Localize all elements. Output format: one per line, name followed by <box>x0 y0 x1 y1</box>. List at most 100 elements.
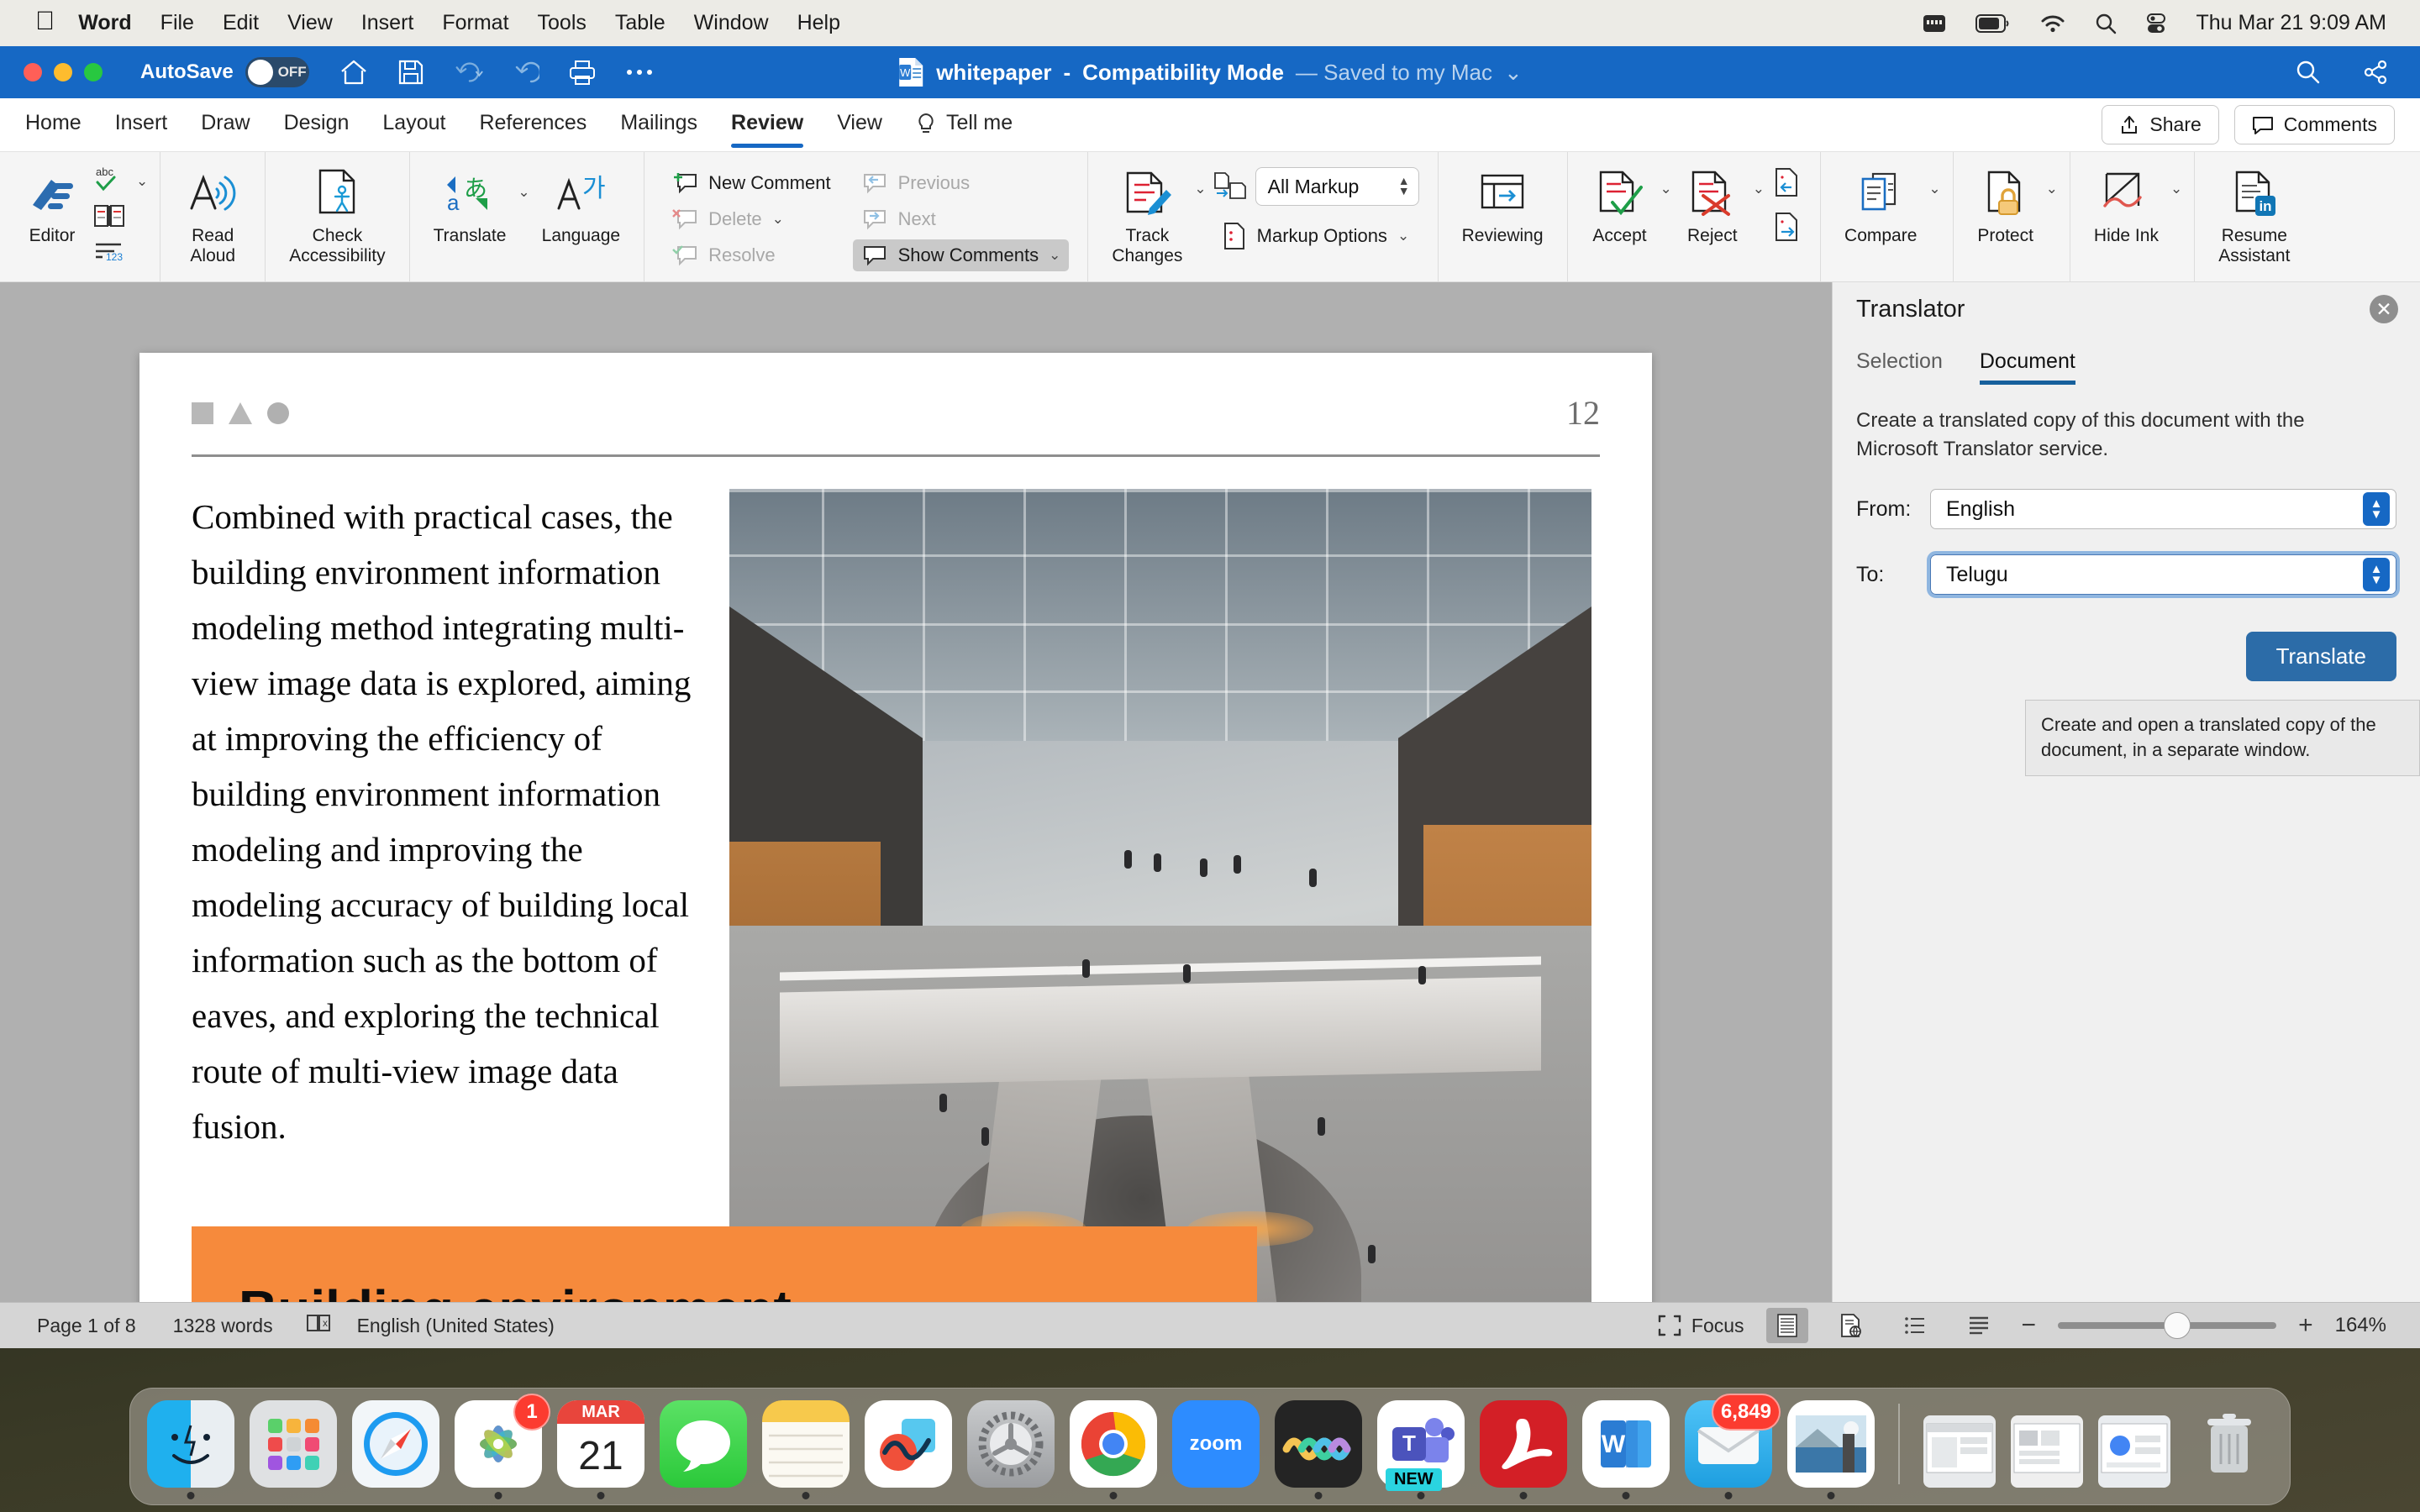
menu-item-file[interactable]: File <box>160 11 194 35</box>
dock-item-system-settings[interactable] <box>967 1400 1055 1488</box>
tab-review[interactable]: Review <box>731 111 804 148</box>
translate-document-button[interactable]: Translate <box>2245 632 2396 682</box>
tab-view[interactable]: View <box>837 111 882 139</box>
zoom-level-label[interactable]: 164% <box>2335 1314 2386 1337</box>
tell-me-button[interactable]: Tell me <box>916 111 1013 139</box>
chevron-down-icon[interactable]: ⌄ <box>2170 181 2182 197</box>
to-language-select[interactable]: Telugu ▲ ▼ <box>1927 551 2400 599</box>
tab-layout[interactable]: Layout <box>382 111 445 139</box>
dock-item-trash[interactable] <box>2186 1400 2273 1488</box>
resume-assistant-button[interactable]: in Resume Assistant <box>2207 159 2302 270</box>
outline-icon[interactable] <box>1894 1308 1936 1343</box>
minimized-window-3[interactable] <box>2098 1415 2170 1488</box>
language-indicator[interactable]: English (United States) <box>357 1315 555 1337</box>
tab-mailings[interactable]: Mailings <box>620 111 697 139</box>
dock-item-freeform[interactable] <box>865 1400 952 1488</box>
home-icon[interactable] <box>338 56 370 88</box>
thesaurus-book-icon[interactable] <box>92 202 148 234</box>
dock-item-word[interactable]: W <box>1582 1400 1670 1499</box>
next-change-icon[interactable] <box>1771 212 1802 248</box>
read-aloud-button[interactable]: Read Aloud <box>172 159 253 270</box>
word-count-icon[interactable]: 123 <box>92 238 148 267</box>
menu-item-format[interactable]: Format <box>442 11 508 35</box>
dock-item-calendar[interactable]: MAR 21 <box>557 1400 644 1499</box>
page-indicator[interactable]: Page 1 of 8 <box>37 1315 136 1337</box>
comments-button[interactable]: Comments <box>2233 105 2395 144</box>
menu-item-word[interactable]: Word <box>78 11 131 35</box>
chevron-down-icon[interactable]: ⌄ <box>1397 228 1409 244</box>
minimized-window-1[interactable] <box>1923 1415 1996 1488</box>
save-icon[interactable] <box>395 56 427 88</box>
translate-button[interactable]: aあ Translate <box>422 159 518 251</box>
tab-selection[interactable]: Selection <box>1856 349 1943 385</box>
search-icon[interactable] <box>2292 56 2324 88</box>
redo-icon[interactable] <box>509 56 541 88</box>
new-comment-button[interactable]: New Comment <box>663 167 839 199</box>
proofing-errors-icon[interactable]: x <box>305 1312 334 1339</box>
dock-item-notes[interactable] <box>762 1400 850 1499</box>
menu-item-edit[interactable]: Edit <box>223 11 259 35</box>
show-comments-button[interactable]: Show Comments ⌄ <box>852 239 1070 271</box>
focus-button[interactable]: Focus <box>1658 1315 1744 1337</box>
accept-change-button[interactable]: Accept <box>1580 159 1660 251</box>
menu-item-table[interactable]: Table <box>615 11 666 35</box>
chevron-down-icon[interactable]: ⌄ <box>1660 181 1672 197</box>
dock-item-teams[interactable]: T NEW <box>1377 1400 1465 1499</box>
web-layout-icon[interactable] <box>1830 1308 1872 1343</box>
dock-item-mail[interactable]: 6,849 <box>1685 1394 1781 1499</box>
minimized-window-2[interactable] <box>2011 1415 2083 1488</box>
zoom-in-button[interactable]: + <box>2298 1311 2313 1340</box>
close-window-button[interactable] <box>24 63 42 81</box>
hide-ink-button[interactable]: Hide Ink <box>2082 159 2170 251</box>
dock-item-safari[interactable] <box>352 1400 439 1488</box>
menu-item-view[interactable]: View <box>287 11 333 35</box>
autosave-toggle[interactable]: OFF <box>245 57 309 87</box>
chevron-down-icon[interactable]: ⌄ <box>1049 247 1060 264</box>
atrium-photo[interactable] <box>729 489 1591 1348</box>
print-layout-icon[interactable] <box>1765 1308 1808 1343</box>
draft-icon[interactable] <box>1958 1308 2000 1343</box>
chevron-down-icon[interactable]: ⌄ <box>1194 181 1206 197</box>
tab-design[interactable]: Design <box>284 111 350 139</box>
document-page[interactable]: 12 Combined with practical cases, the bu… <box>139 353 1652 1348</box>
compare-button[interactable]: Compare <box>1833 159 1928 251</box>
battery-icon[interactable] <box>1975 13 2011 34</box>
autosave-control[interactable]: AutoSave OFF <box>140 57 309 87</box>
dock-item-finder[interactable] <box>147 1400 234 1499</box>
tab-document[interactable]: Document <box>1979 349 2075 385</box>
dock-item-acrobat[interactable] <box>1480 1400 1567 1499</box>
chevron-down-icon[interactable]: ⌄ <box>518 184 529 201</box>
chevron-down-icon[interactable]: ⌄ <box>136 173 148 190</box>
check-accessibility-button[interactable]: Check Accessibility <box>277 159 397 270</box>
next-comment-button[interactable]: Next <box>853 203 1070 235</box>
markup-options-button[interactable]: Markup Options ⌄ <box>1213 218 1419 255</box>
word-count-indicator[interactable]: 1328 words <box>173 1315 273 1337</box>
zoom-slider-handle[interactable] <box>2164 1312 2191 1339</box>
chevron-down-icon[interactable]: ⌄ <box>1753 181 1765 197</box>
zoom-out-button[interactable]: − <box>2022 1311 2037 1340</box>
previous-change-icon[interactable] <box>1771 167 1802 203</box>
reviewing-pane-button[interactable]: Reviewing <box>1450 159 1555 251</box>
menu-item-window[interactable]: Window <box>694 11 769 35</box>
minimize-window-button[interactable] <box>54 63 72 81</box>
chevron-down-icon[interactable]: ⌄ <box>1504 60 1523 86</box>
protect-button[interactable]: Protect <box>1965 159 2046 251</box>
wifi-icon[interactable] <box>2039 13 2066 34</box>
reject-change-button[interactable]: Reject <box>1672 159 1753 251</box>
document-body-text[interactable]: Combined with practical cases, the build… <box>192 489 696 1348</box>
spelling-abc-check-icon[interactable]: abc <box>92 164 129 198</box>
dock-item-audio-hijack[interactable] <box>1275 1400 1362 1499</box>
control-center-icon[interactable] <box>2145 13 2167 34</box>
track-changes-button[interactable]: Track Changes <box>1100 159 1194 270</box>
chevron-down-icon[interactable]: ⌄ <box>2046 181 2058 197</box>
menu-item-insert[interactable]: Insert <box>361 11 414 35</box>
previous-comment-button[interactable]: Previous <box>853 167 1070 199</box>
spotlight-search-icon[interactable] <box>2095 13 2117 34</box>
dock-item-chrome[interactable] <box>1070 1400 1157 1499</box>
share-button[interactable]: Share <box>2102 105 2219 144</box>
undo-icon[interactable] <box>452 56 484 88</box>
dock-item-launchpad[interactable] <box>250 1400 337 1488</box>
menu-item-help[interactable]: Help <box>797 11 840 35</box>
dock-item-photos[interactable]: 1 <box>455 1394 550 1499</box>
share-window-icon[interactable] <box>2360 56 2391 88</box>
